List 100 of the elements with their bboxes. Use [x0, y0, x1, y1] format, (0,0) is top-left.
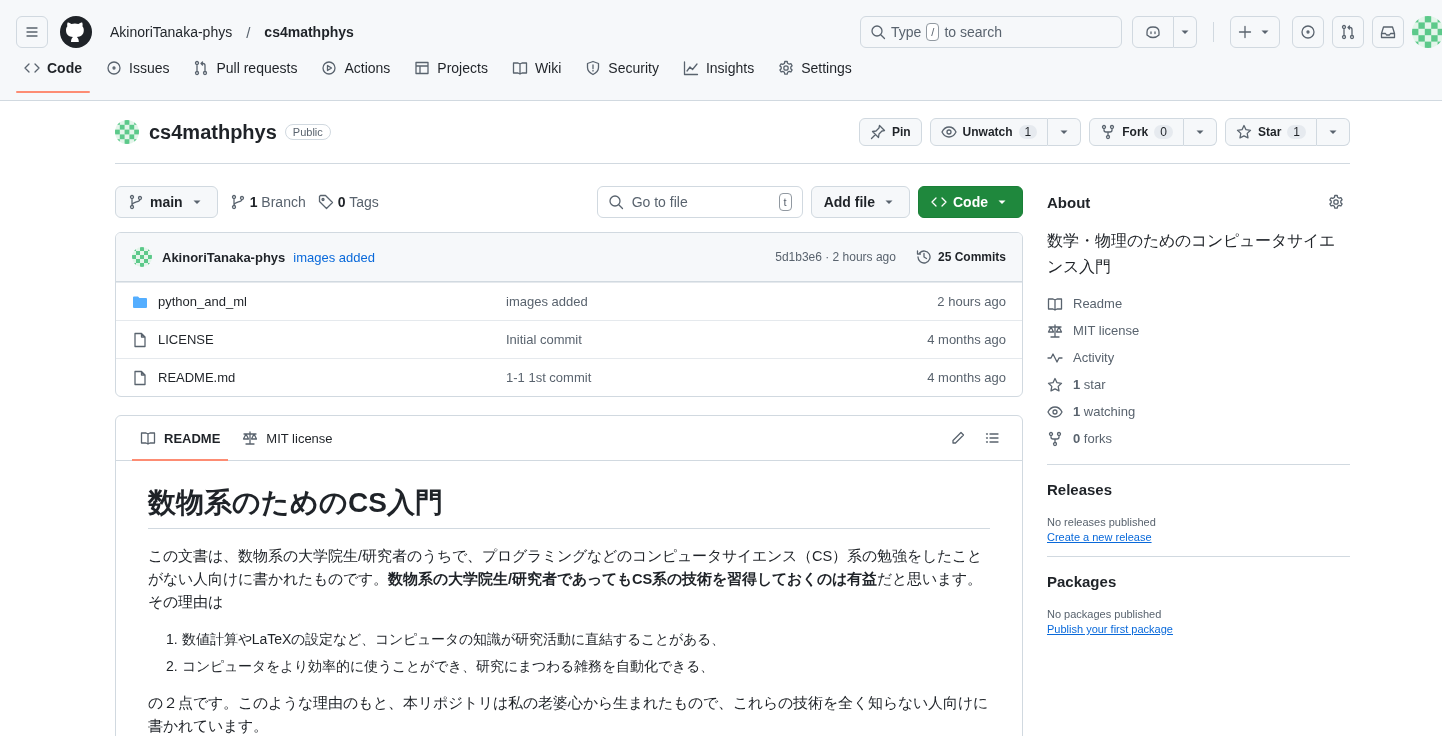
fork-button[interactable]: Fork 0	[1089, 118, 1184, 146]
list-item: コンピュータをより効率的に使うことができ、研究にまつわる雑務を自動化できる、	[181, 657, 714, 676]
eye-icon	[940, 124, 957, 140]
readme-title: 数物系のためのCS入門	[148, 485, 990, 529]
list-icon	[984, 430, 1000, 446]
pull-request-icon	[1340, 24, 1356, 40]
play-icon	[321, 60, 338, 76]
nav-tab[interactable]: Settings	[770, 52, 860, 84]
robot-icon	[1145, 24, 1161, 40]
readme-paragraph: の２点です。このような理由のもと、本リポジトリは私の老婆心から生まれたもので、これらの技術を全く知らない人向けに書かれています。	[148, 694, 989, 736]
issue-icon	[106, 60, 122, 76]
nav-tab[interactable]: Projects	[406, 52, 496, 84]
list-number: 1.	[166, 630, 178, 649]
pencil-icon	[950, 430, 966, 446]
fork-icon	[1100, 124, 1117, 140]
about-heading: About	[1047, 193, 1091, 211]
packages-heading: Packages	[1047, 573, 1118, 590]
go-to-file-field[interactable]: Go to file t	[596, 186, 803, 218]
pull-request-icon	[193, 60, 210, 76]
pin-icon	[869, 124, 886, 140]
gear-icon	[778, 60, 795, 76]
tag-icon	[317, 194, 334, 210]
add-file-button[interactable]: Add file	[810, 186, 910, 218]
about-link[interactable]: 1 watching	[1047, 398, 1350, 425]
scale-icon	[242, 430, 259, 446]
nav-tab[interactable]: Issues	[98, 52, 178, 84]
pull-requests-button[interactable]	[1332, 16, 1364, 48]
graph-icon	[682, 60, 699, 76]
issues-button[interactable]	[1292, 16, 1324, 48]
dropdown-button[interactable]	[1174, 16, 1197, 48]
branches-link[interactable]: 1 Branch	[229, 194, 306, 210]
branch-button[interactable]: main	[115, 186, 218, 218]
owner-link[interactable]: AkinoriTanaka-phys	[108, 24, 235, 40]
commit-message[interactable]: images added	[293, 249, 375, 265]
file-commit-message[interactable]: 1-1 1st commit	[506, 370, 928, 385]
unwatch-button[interactable]: Unwatch 1	[929, 118, 1049, 146]
book-icon	[511, 60, 528, 76]
commits-link[interactable]: 25 Commits	[915, 249, 1006, 265]
avatar	[1412, 16, 1442, 48]
site-logo[interactable]	[60, 16, 92, 48]
about-link[interactable]: 1 star	[1047, 371, 1350, 398]
key-hint: t	[778, 193, 792, 211]
path-separator: /	[246, 23, 251, 41]
copilot-button[interactable]	[1132, 16, 1174, 48]
packages-note: No packages published	[1047, 608, 1163, 620]
nav-tab[interactable]: Wiki	[503, 52, 570, 84]
nav-tab[interactable]: Security	[577, 52, 667, 84]
tags-link[interactable]: 0 Tags	[317, 194, 379, 210]
file-commit-message[interactable]: images added	[506, 294, 938, 309]
menu-icon	[24, 24, 40, 40]
search-icon	[607, 194, 624, 210]
list-number: 2.	[166, 657, 178, 676]
avatar	[115, 120, 139, 144]
commit-author[interactable]: AkinoriTanaka-phys	[162, 249, 286, 265]
readme-paragraph: この文書は、数物系の大学院生/研究者のうちで、プログラミングなどのコンピュータサイエンス（CS）系の勉強をしたことがない人向けに書かれたものです。数物系の大学院生/研究者であってもCS系の技術を習得しておくのは有益だと思います。その理由は	[148, 547, 984, 612]
file-icon	[132, 369, 148, 386]
inbox-button[interactable]	[1372, 16, 1404, 48]
releases-heading: Releases	[1047, 481, 1114, 498]
scale-icon	[1047, 322, 1063, 339]
repo-link[interactable]: cs4mathphys	[262, 24, 356, 40]
nav-tab[interactable]: Insights	[674, 52, 763, 84]
star-icon	[1047, 376, 1063, 393]
gear-icon	[1328, 194, 1344, 210]
readme-tab[interactable]: MIT license	[234, 416, 341, 460]
releases-note: No releases published	[1047, 516, 1157, 528]
avatar	[132, 247, 152, 267]
about-link[interactable]: MIT license	[1047, 317, 1350, 344]
publish-package-link[interactable]: Publish your first package	[1047, 623, 1173, 635]
about-link[interactable]: 0 forks	[1047, 425, 1350, 452]
eye-icon	[1047, 403, 1063, 420]
file-name[interactable]: python_and_ml	[158, 294, 506, 309]
file-icon	[132, 331, 148, 348]
nav-tab[interactable]: Actions	[313, 52, 399, 84]
menu-button[interactable]	[16, 16, 48, 48]
list-item: 数値計算やLaTeXの設定など、コンピュータの知識が研究活動に直結することがある、	[181, 630, 726, 649]
file-name[interactable]: LICENSE	[158, 332, 506, 347]
fork-icon	[1047, 430, 1063, 447]
code-button[interactable]: Code	[918, 186, 1023, 218]
branch-icon	[229, 194, 246, 210]
file-time: 2 hours ago	[937, 294, 1006, 309]
inbox-icon	[1380, 24, 1396, 40]
about-link[interactable]: Readme	[1047, 290, 1350, 317]
plus-icon	[1237, 24, 1253, 40]
table-icon	[414, 60, 431, 76]
readme-tab[interactable]: README	[132, 416, 229, 460]
nav-tab[interactable]: Pull requests	[185, 52, 306, 84]
star-button[interactable]: Star 1	[1224, 118, 1317, 146]
book-icon	[1047, 295, 1063, 312]
file-time: 4 months ago	[927, 332, 1006, 347]
create-release-link[interactable]: Create a new release	[1047, 531, 1152, 543]
commit-hash-time: 5d1b3e6 · 2 hours ago	[775, 250, 896, 264]
pin-button[interactable]: Pin	[858, 118, 922, 146]
key-hint: /	[926, 23, 940, 41]
about-link[interactable]: Activity	[1047, 344, 1350, 371]
search-field[interactable]: Type / to search	[860, 16, 1122, 48]
file-commit-message[interactable]: Initial commit	[506, 332, 928, 347]
book-icon	[140, 430, 156, 446]
create-button[interactable]	[1230, 16, 1280, 48]
repo-name[interactable]: cs4mathphys	[149, 120, 277, 144]
file-name[interactable]: README.md	[158, 370, 506, 385]
